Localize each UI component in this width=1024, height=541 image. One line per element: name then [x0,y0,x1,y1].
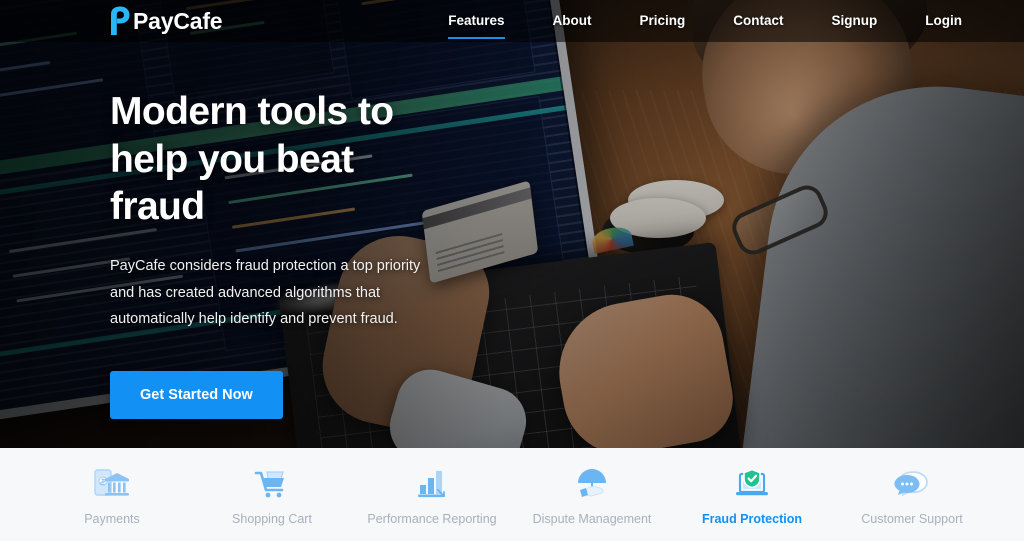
get-started-button[interactable]: Get Started Now [110,371,283,420]
nav-item-contact[interactable]: Contact [733,13,783,30]
nav-item-login[interactable]: Login [925,13,962,30]
feature-item-customer-support[interactable]: Customer Support [842,463,982,526]
feature-item-dispute-management[interactable]: Dispute Management [522,463,662,526]
nav-item-pricing[interactable]: Pricing [639,13,685,30]
feature-item-fraud-protection[interactable]: Fraud Protection [682,463,822,526]
chat-bubbles-icon [893,463,931,501]
feature-label: Performance Reporting [367,512,497,526]
feature-item-shopping-cart[interactable]: Shopping Cart [202,463,342,526]
umbrella-hand-icon [573,463,611,501]
brand-name: PayCafe [133,7,223,34]
nav-item-features[interactable]: Features [448,13,505,39]
hero-title: Modern tools to help you beat fraud [110,90,394,229]
feature-label: Customer Support [861,512,963,526]
hero-section: PayCafe Features About Pricing Contact S… [0,0,1024,448]
nav-item-about[interactable]: About [553,13,592,30]
hero-content: Modern tools to help you beat fraud PayC… [110,88,530,420]
feature-item-performance-reporting[interactable]: Performance Reporting [362,463,502,526]
nav-links: Features About Pricing Contact Signup Lo… [400,13,962,39]
hero-subtitle: PayCafe considers fraud protection a top… [110,257,421,328]
phone-bank-icon [93,463,131,501]
feature-label: Fraud Protection [701,512,802,526]
feature-item-payments[interactable]: Payments [42,463,182,526]
feature-label: Shopping Cart [232,512,312,526]
feature-label: Dispute Management [532,512,652,526]
top-navigation: PayCafe Features About Pricing Contact S… [0,0,1024,42]
feature-label: Payments [84,512,140,526]
feature-bar: Payments Shopping Cart Performance Repor… [0,448,1024,541]
landing-page: PayCafe Features About Pricing Contact S… [0,0,1024,541]
laptop-shield-check-icon [733,463,771,501]
shopping-cart-icon [253,463,291,501]
bar-chart-icon [413,463,451,501]
paycafe-p-logo-icon [108,6,130,36]
brand-logo[interactable]: PayCafe [108,6,223,36]
nav-item-signup[interactable]: Signup [832,13,878,30]
